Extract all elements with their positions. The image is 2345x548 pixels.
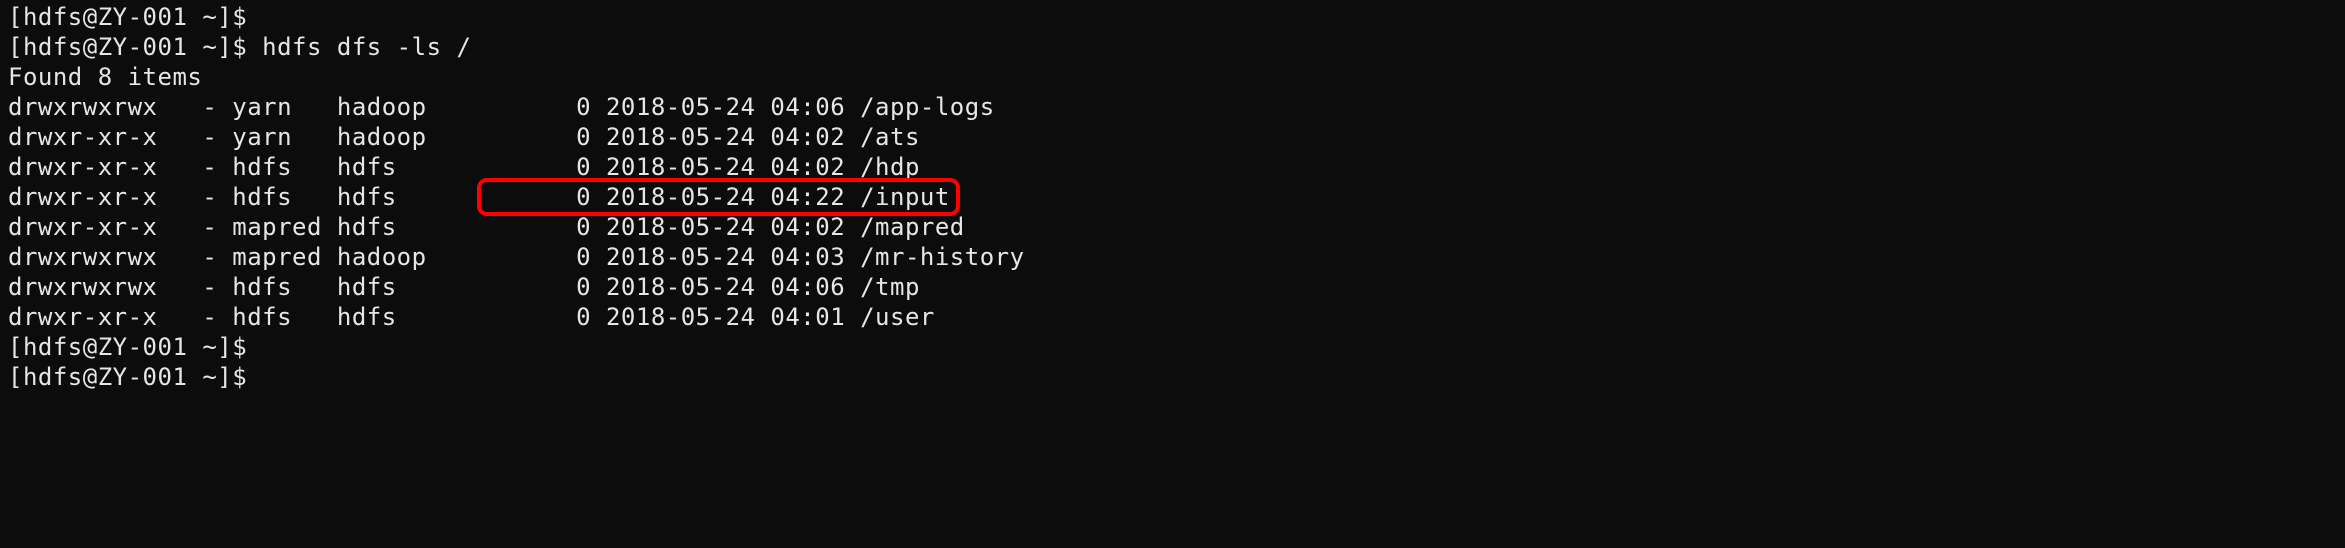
- ls-row: drwxrwxrwx - hdfs hdfs 0 2018-05-24 04:0…: [8, 272, 2337, 302]
- ls-row: drwxr-xr-x - hdfs hdfs 0 2018-05-24 04:2…: [8, 182, 2337, 212]
- shell-prompt: [hdfs@ZY-001 ~]$: [8, 33, 262, 61]
- shell-prompt: [hdfs@ZY-001 ~]$: [8, 3, 262, 31]
- prompt-line-empty2: [hdfs@ZY-001 ~]$: [8, 332, 2337, 362]
- prompt-line-empty1: [hdfs@ZY-001 ~]$: [8, 2, 2337, 32]
- found-items: Found 8 items: [8, 62, 2337, 92]
- ls-row: drwxr-xr-x - mapred hdfs 0 2018-05-24 04…: [8, 212, 2337, 242]
- ls-row: drwxr-xr-x - hdfs hdfs 0 2018-05-24 04:0…: [8, 152, 2337, 182]
- shell-prompt: [hdfs@ZY-001 ~]$: [8, 333, 262, 361]
- prompt-line-empty3: [hdfs@ZY-001 ~]$: [8, 362, 2337, 392]
- ls-row: drwxrwxrwx - yarn hadoop 0 2018-05-24 04…: [8, 92, 2337, 122]
- command-text: hdfs dfs -ls /: [262, 33, 471, 61]
- prompt-line-ls: [hdfs@ZY-001 ~]$ hdfs dfs -ls /: [8, 32, 2337, 62]
- ls-row: drwxrwxrwx - mapred hadoop 0 2018-05-24 …: [8, 242, 2337, 272]
- ls-row: drwxr-xr-x - yarn hadoop 0 2018-05-24 04…: [8, 122, 2337, 152]
- ls-row: drwxr-xr-x - hdfs hdfs 0 2018-05-24 04:0…: [8, 302, 2337, 332]
- shell-prompt: [hdfs@ZY-001 ~]$: [8, 363, 262, 391]
- terminal[interactable]: [hdfs@ZY-001 ~]$ [hdfs@ZY-001 ~]$ hdfs d…: [0, 0, 2345, 392]
